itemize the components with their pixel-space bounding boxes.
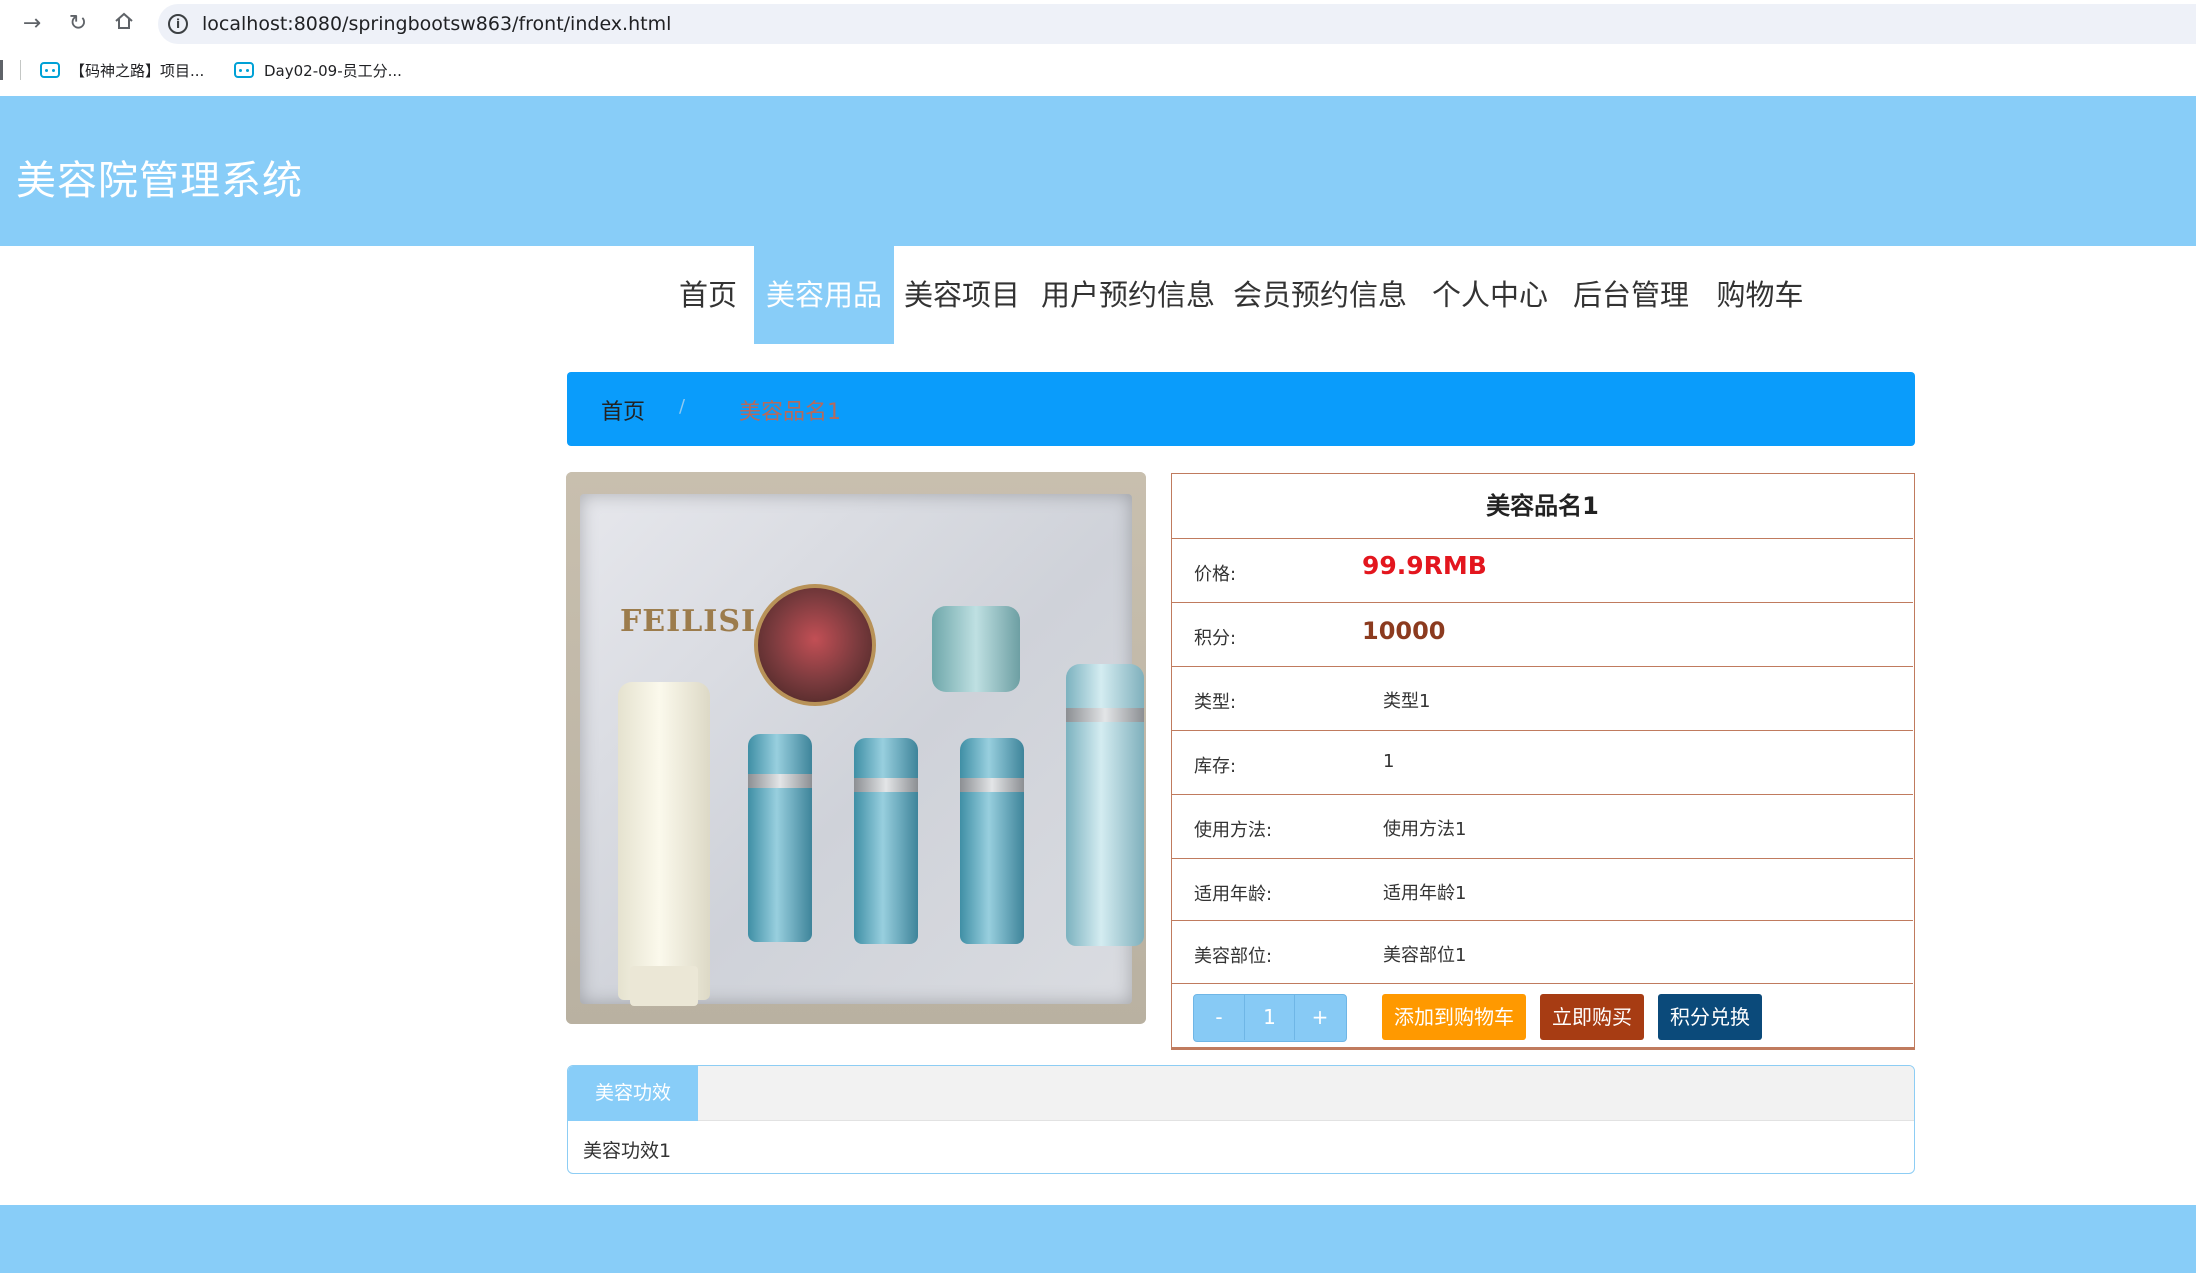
tab-header: 美容功效 — [568, 1066, 1914, 1121]
usage-value: 使用方法1 — [1383, 819, 1467, 840]
breadcrumb: 首页 / 美容品名1 — [567, 372, 1915, 446]
bookmark-item[interactable]: Day02-09-员工分... — [234, 58, 402, 82]
bilibili-icon — [40, 62, 60, 78]
bottle-band — [1066, 708, 1144, 722]
tab-beauty-effects[interactable]: 美容功效 — [568, 1066, 698, 1121]
nav-item-beauty-projects[interactable]: 美容项目 — [896, 246, 1028, 344]
body-part-label: 美容部位: — [1194, 946, 1273, 967]
bottle-band — [748, 774, 812, 788]
nav-item-beauty-products[interactable]: 美容用品 — [754, 246, 894, 344]
breadcrumb-current: 美容品名1 — [739, 400, 841, 425]
body-part-value: 美容部位1 — [1383, 945, 1467, 966]
reload-icon[interactable]: ↻ — [64, 10, 92, 38]
toner-bottle — [1066, 664, 1144, 946]
points-value: 10000 — [1362, 617, 1446, 645]
serum-bottle — [854, 738, 918, 944]
detail-row-stock: 库存: 1 — [1172, 730, 1913, 794]
address-bar[interactable]: i localhost:8080/springbootsw863/front/i… — [158, 4, 2196, 44]
bottle-band — [960, 778, 1024, 792]
product-brand-logo: FEILISI — [620, 604, 757, 639]
usage-label: 使用方法: — [1194, 820, 1273, 841]
nav-item-member-appointments[interactable]: 会员预约信息 — [1230, 246, 1410, 344]
detail-row-usage: 使用方法: 使用方法1 — [1172, 794, 1913, 858]
detail-row-body-part: 美容部位: 美容部位1 — [1172, 920, 1913, 984]
age-value: 适用年龄1 — [1383, 883, 1467, 904]
nav-item-admin[interactable]: 后台管理 — [1566, 246, 1696, 344]
stock-value: 1 — [1383, 751, 1395, 772]
product-detail: 美容品名1 价格: 99.9RMB 积分: 10000 类型: 类型1 库存: … — [1171, 473, 1915, 1050]
bookmark-item[interactable]: 【码神之路】项目... — [40, 58, 204, 82]
bookmark-separator — [20, 60, 21, 80]
nav-item-cart[interactable]: 购物车 — [1708, 246, 1812, 344]
site-title: 美容院管理系统 — [16, 158, 303, 204]
product-name: 美容品名1 — [1486, 492, 1599, 520]
add-to-cart-button[interactable]: 添加到购物车 — [1382, 994, 1526, 1040]
cleanser-tube-cap — [630, 966, 698, 1006]
buy-now-button[interactable]: 立即购买 — [1540, 994, 1644, 1040]
points-label: 积分: — [1194, 628, 1237, 649]
quantity-stepper: - 1 + — [1193, 994, 1347, 1042]
detail-row-type: 类型: 类型1 — [1172, 666, 1913, 730]
breadcrumb-separator: / — [679, 396, 686, 417]
product-box-tray: FEILISI — [580, 494, 1144, 1006]
effects-tab-panel: 美容功效 美容功效1 — [567, 1065, 1915, 1174]
age-label: 适用年龄: — [1194, 884, 1273, 905]
site-footer — [0, 1205, 2196, 1273]
bookmark-label: Day02-09-员工分... — [264, 61, 402, 80]
nav-item-personal-center[interactable]: 个人中心 — [1422, 246, 1558, 344]
points-exchange-button[interactable]: 积分兑换 — [1658, 994, 1762, 1040]
quantity-decrease-button[interactable]: - — [1194, 995, 1244, 1040]
forward-icon[interactable]: → — [18, 10, 46, 38]
quantity-increase-button[interactable]: + — [1295, 995, 1345, 1040]
detail-row-age: 适用年龄: 适用年龄1 — [1172, 858, 1913, 922]
site-header: 美容院管理系统 — [0, 96, 2196, 246]
bottle-band — [854, 778, 918, 792]
url-text: localhost:8080/springbootsw863/front/ind… — [202, 13, 672, 35]
nav-item-home[interactable]: 首页 — [664, 246, 752, 344]
action-row: - 1 + 添加到购物车 立即购买 积分兑换 — [1172, 983, 1913, 1048]
nav-item-user-appointments[interactable]: 用户预约信息 — [1038, 246, 1218, 344]
browser-toolbar: → ↻ i localhost:8080/springbootsw863/fro… — [0, 0, 2196, 48]
cleanser-tube — [618, 682, 710, 1000]
stock-label: 库存: — [1194, 756, 1237, 777]
product-image[interactable]: FEILISI — [566, 472, 1146, 1024]
price-value: 99.9RMB — [1362, 551, 1487, 580]
main-nav: 首页 美容用品 美容项目 用户预约信息 会员预约信息 个人中心 后台管理 购物车 — [0, 246, 2196, 344]
bilibili-icon — [234, 62, 254, 78]
type-value: 类型1 — [1383, 691, 1431, 712]
detail-row-price: 价格: 99.9RMB — [1172, 538, 1913, 602]
home-icon[interactable] — [110, 10, 138, 38]
apps-icon[interactable] — [0, 60, 3, 80]
cream-jar — [754, 584, 876, 706]
type-label: 类型: — [1194, 692, 1237, 713]
price-label: 价格: — [1194, 564, 1237, 585]
detail-row-points: 积分: 10000 — [1172, 602, 1913, 666]
bookmarks-bar: 【码神之路】项目... Day02-09-员工分... — [0, 52, 2196, 88]
site-info-icon[interactable]: i — [168, 14, 188, 34]
quantity-input[interactable]: 1 — [1244, 995, 1295, 1040]
tab-content: 美容功效1 — [583, 1140, 672, 1162]
home-icon-shape — [115, 12, 133, 29]
bookmark-label: 【码神之路】项目... — [70, 61, 205, 80]
breadcrumb-home[interactable]: 首页 — [601, 394, 645, 426]
serum-bottle — [960, 738, 1024, 944]
serum-bottle — [748, 734, 812, 942]
small-cream-jar — [932, 606, 1020, 692]
